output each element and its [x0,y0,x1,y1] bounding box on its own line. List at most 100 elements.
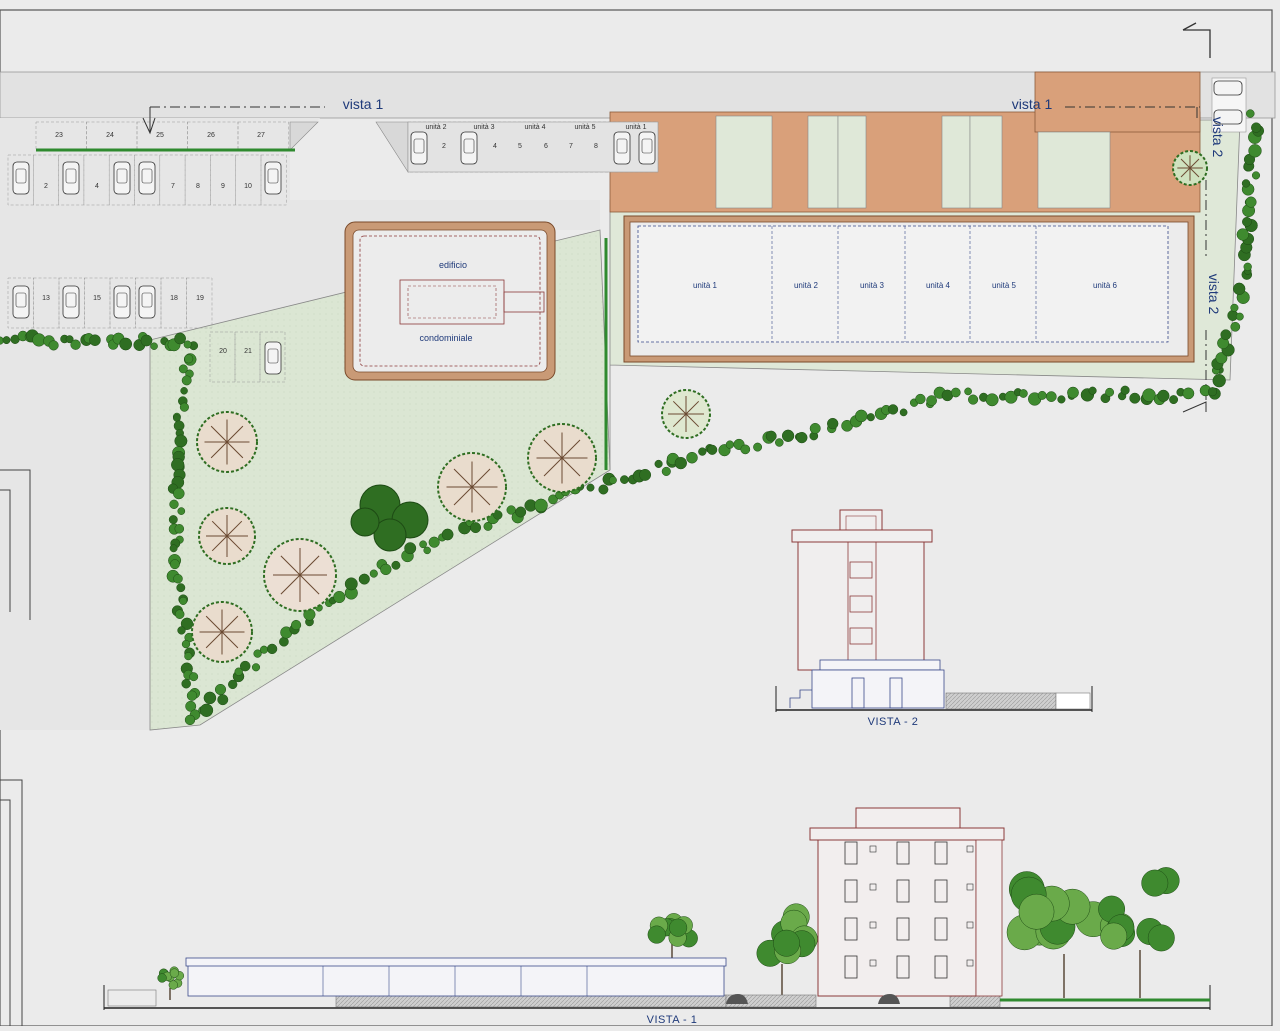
hedge-shrub [173,487,185,500]
hedge-shrub [189,672,199,682]
vista-2-label-mid: vista 2 [1206,274,1222,315]
elevation-tree-foliage [1018,893,1055,930]
elevation-tree-foliage [773,929,800,957]
elevation-tree-foliage [669,918,688,937]
garage-label-1: unità 2 [425,124,446,131]
car-icon [1213,80,1243,96]
elevation-tree-foliage [647,925,666,944]
building-label-line2: condominiale [419,333,472,343]
stall-a9: 9 [221,183,225,190]
hedge-shrub [119,337,133,351]
hedge-shrub [214,683,227,696]
car-icon [264,161,282,195]
hedge-shrub [173,573,183,584]
hedge-shrub [181,678,191,689]
stall-b18: 18 [170,295,178,302]
hedge-shrub [1182,387,1195,400]
hedge-shrub [964,387,972,396]
hedge-shrub [827,417,839,430]
hedge-shrub [740,444,751,455]
hedge-shrub [419,540,427,549]
hedge-shrub [887,404,899,415]
building-label-line1: edificio [439,260,467,270]
tree-canopy [350,507,380,537]
car-icon [638,131,656,165]
hedge-shrub [1157,389,1170,402]
hedge-shrub [2,336,11,345]
car-icon [113,285,131,319]
hedge-shrub [184,714,196,726]
hedge-shrub [291,619,302,631]
hedge-shrub [423,546,431,555]
hedge-shrub [1245,196,1257,208]
car-icon [62,285,80,319]
car-icon [460,131,478,165]
hedge-shrub [1057,395,1066,404]
stall-24: 24 [106,132,114,139]
hedge-shrub [1230,303,1239,312]
hedge-shrub [534,498,548,513]
stall-23: 23 [55,132,63,139]
hedge-shrub [674,456,687,470]
hedge-shrub [1251,122,1262,133]
unit-label-6: unità 6 [1093,281,1118,290]
hedge-shrub [140,334,153,347]
hedge-shrub [598,484,609,495]
hedge-shrub [177,626,186,635]
hedge-shrub [1120,385,1130,395]
car-icon [410,131,428,165]
stall-c20: 20 [219,348,227,355]
hedge-shrub [428,536,440,548]
elevation-vista-2 [775,509,1093,712]
stall-b15: 15 [93,295,101,302]
hedge-shrub [180,387,188,395]
hedge-shrub [184,354,194,364]
hedge-shrub [1037,390,1047,400]
hedge-shrub [1067,386,1079,399]
hedge-shrub [1235,312,1244,321]
hedge-shrub [968,394,979,405]
hedge-shrub [174,609,185,619]
garage-label-4: unità 5 [574,124,595,131]
stall-27: 27 [257,132,265,139]
hedge-shrub [515,506,527,518]
hedge-shrub [796,431,808,444]
hedge-shrub [259,645,269,654]
garage-label-5: unità 1 [625,124,646,131]
hedge-shrub [239,660,251,672]
hedge-shrub [1220,329,1232,341]
car-icon [613,131,631,165]
hedge-shrub [608,476,617,485]
vista-1-label-right: vista 1 [1012,96,1053,112]
hedge-shrub [70,339,81,350]
hedge-shrub [765,430,777,442]
garage-label-3: unità 4 [524,124,545,131]
hedge-shrub [1230,321,1241,332]
hedge-shrub [179,402,189,412]
hedge-shrub [174,434,188,448]
hedge-shrub [169,544,178,553]
hedge-shrub [177,507,186,515]
stall-a2: 2 [44,183,48,190]
hedge-shrub [344,577,358,591]
stall-26: 26 [207,132,215,139]
hedge-shrub [1241,179,1251,188]
elevation-tree-foliage [168,980,178,990]
garage-num-7: 7 [569,143,573,150]
hedge-shrub [725,440,735,449]
hedge-shrub [1169,395,1179,405]
hedge-shrub [661,466,671,476]
garage-num-5: 5 [518,143,522,150]
car-icon [138,161,156,195]
hedge-shrub [179,596,188,605]
hedge-shrub [470,522,482,534]
hedge-shrub [1207,387,1218,397]
hedge-shrub [775,438,784,447]
hedge-shrub [217,694,229,706]
site-plan-drawing: unità 1 unità 2 unità 3 unità 4 unità 5 … [0,0,1280,1027]
hedge-shrub [1212,374,1226,388]
unit-label-2: unità 2 [794,281,819,290]
hedge-shrub [181,375,192,386]
hedge-shrub [855,409,868,423]
hedge-shrub [1251,171,1261,180]
